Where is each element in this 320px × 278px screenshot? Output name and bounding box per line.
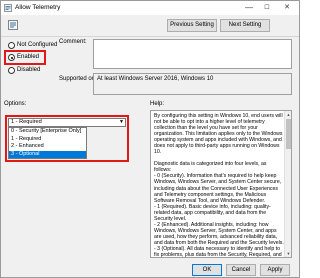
comment-label: Comment: [59,39,87,45]
help-scrollbar[interactable]: ▲ ▼ [284,111,291,257]
maximize-button[interactable]: ☐ [259,1,275,15]
options-highlight-box [5,115,129,162]
scrollbar-thumb[interactable] [286,119,291,149]
radio-disabled-label: Disabled [17,67,41,73]
radio-not-configured-label: Not Configured [17,42,58,48]
scroll-down-icon[interactable]: ▼ [285,250,291,257]
help-paragraph: Diagnostic data is categorized into four… [154,161,284,258]
ok-button[interactable]: OK [192,264,222,276]
comment-textarea[interactable] [93,39,292,69]
help-text: By configuring this setting in Windows 1… [154,113,284,258]
setting-icon [8,20,18,30]
options-label: Options: [4,101,27,107]
close-button[interactable]: ✕ [279,1,295,15]
policy-setting-icon [4,4,12,12]
apply-button[interactable]: Apply [260,264,290,276]
cancel-button[interactable]: Cancel [226,264,256,276]
supported-on-label: Supported on: [59,76,97,82]
title-bar[interactable]: Allow Telemetry — ☐ ✕ [1,1,299,15]
supported-on-value: At least Windows Server 2016, Windows 10 [97,76,214,82]
scroll-up-icon[interactable]: ▲ [285,111,291,118]
enabled-highlight-box [4,50,46,65]
window-title: Allow Telemetry [15,4,61,11]
previous-setting-button[interactable]: Previous Setting [167,19,217,32]
header-divider [1,36,299,37]
supported-on-field: At least Windows Server 2016, Windows 10 [93,73,292,95]
radio-disabled[interactable] [8,67,15,74]
radio-not-configured[interactable] [8,42,15,49]
help-label: Help: [150,101,165,107]
policy-dialog: Allow Telemetry — ☐ ✕ Previous Setting N… [0,0,300,278]
help-text-panel[interactable]: By configuring this setting in Windows 1… [150,110,292,258]
next-setting-button[interactable]: Next Setting [220,19,270,32]
minimize-button[interactable]: — [241,1,257,15]
help-paragraph: By configuring this setting in Windows 1… [154,113,283,156]
